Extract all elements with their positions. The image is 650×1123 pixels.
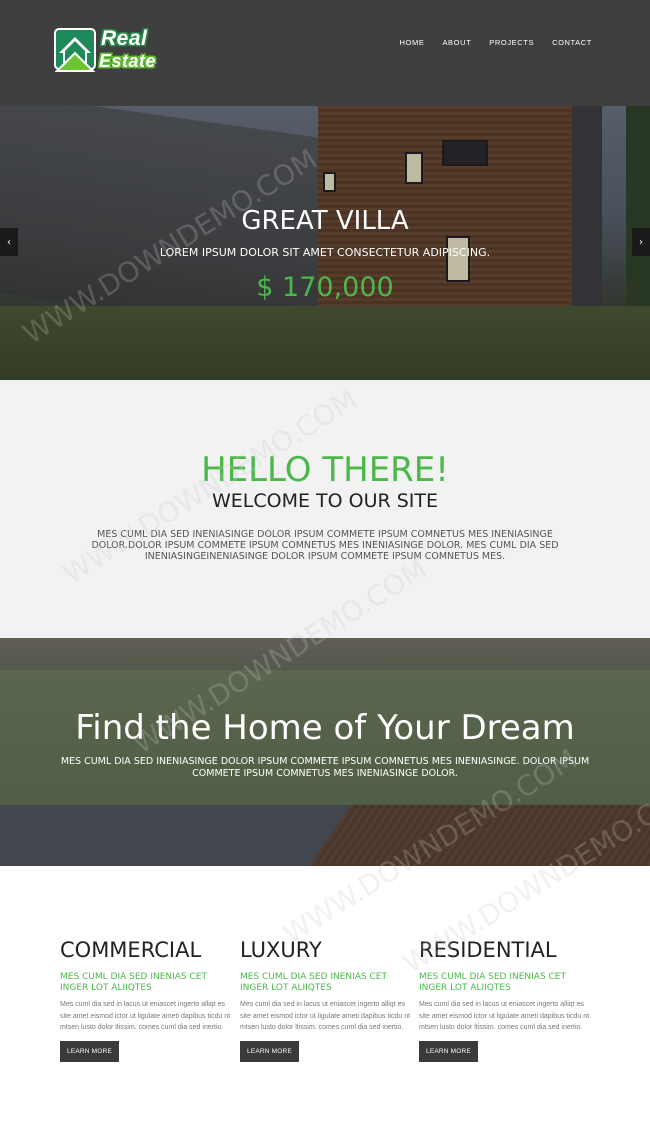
feature-title: LUXURY xyxy=(240,938,322,962)
chevron-left-icon: ‹ xyxy=(7,236,11,248)
chevron-right-icon: › xyxy=(639,236,643,248)
slider-next-button[interactable]: › xyxy=(632,228,650,256)
learn-more-button[interactable]: LEARN MORE xyxy=(60,1040,119,1062)
feature-subtitle: MES CUML DIA SED INENIAS CET INGER LOT A… xyxy=(60,972,207,993)
hero-title: GREAT VILLA xyxy=(241,206,409,236)
feature-title: RESIDENTIAL xyxy=(419,938,557,962)
hero-price: $ 170,000 xyxy=(256,272,394,303)
dream-text: MES CUML DIA SED INENIASINGE DOLOR IPSUM… xyxy=(60,756,590,779)
nav-home[interactable]: HOME xyxy=(400,38,425,47)
dream-section: Find the Home of Your Dream MES CUML DIA… xyxy=(0,638,650,866)
dream-overlay xyxy=(0,638,650,866)
feature-commercial: COMMERCIAL MES CUML DIA SED INENIAS CET … xyxy=(60,938,235,1062)
site-header: Real Estate HOME ABOUT PROJECTS CONTACT xyxy=(0,0,650,106)
learn-more-button[interactable]: LEARN MORE xyxy=(419,1040,478,1062)
welcome-subtitle: WELCOME TO OUR SITE xyxy=(211,490,438,512)
learn-more-button[interactable]: LEARN MORE xyxy=(240,1040,299,1062)
hero-subtitle: LOREM IPSUM DOLOR SIT AMET CONSECTETUR A… xyxy=(159,246,491,259)
dream-title: Find the Home of Your Dream xyxy=(75,708,575,748)
welcome-section: HELLO THERE! WELCOME TO OUR SITE MES CUM… xyxy=(0,380,650,638)
logo-word-real: Real xyxy=(101,27,148,50)
nav-about[interactable]: ABOUT xyxy=(442,38,471,47)
features-section: COMMERCIAL MES CUML DIA SED INENIAS CET … xyxy=(0,866,650,1123)
logo[interactable]: Real Estate xyxy=(53,27,187,75)
welcome-title: HELLO THERE! xyxy=(201,450,449,490)
main-nav: HOME ABOUT PROJECTS CONTACT xyxy=(400,38,592,47)
feature-text: Mes cuml dia sed in lacus ut eniascet in… xyxy=(60,1001,231,1031)
feature-text: Mes cuml dia sed in lacus ut eniascet in… xyxy=(240,1001,411,1031)
nav-contact[interactable]: CONTACT xyxy=(552,38,592,47)
hero-overlay xyxy=(0,106,650,380)
house-logo-icon xyxy=(54,28,96,72)
feature-residential: RESIDENTIAL MES CUML DIA SED INENIAS CET… xyxy=(419,938,594,1062)
nav-projects[interactable]: PROJECTS xyxy=(489,38,534,47)
feature-luxury: LUXURY MES CUML DIA SED INENIAS CET INGE… xyxy=(240,938,415,1062)
welcome-text: MES CUML DIA SED INENIASINGE DOLOR IPSUM… xyxy=(91,529,559,562)
feature-title: COMMERCIAL xyxy=(60,938,202,962)
logo-word-estate: Estate xyxy=(99,51,157,71)
feature-subtitle: MES CUML DIA SED INENIAS CET INGER LOT A… xyxy=(419,972,566,993)
feature-text: Mes cuml dia sed in lacus ut eniascet in… xyxy=(419,1001,590,1031)
hero-slider: GREAT VILLA LOREM IPSUM DOLOR SIT AMET C… xyxy=(0,106,650,380)
slider-prev-button[interactable]: ‹ xyxy=(0,228,18,256)
feature-subtitle: MES CUML DIA SED INENIAS CET INGER LOT A… xyxy=(240,972,387,993)
